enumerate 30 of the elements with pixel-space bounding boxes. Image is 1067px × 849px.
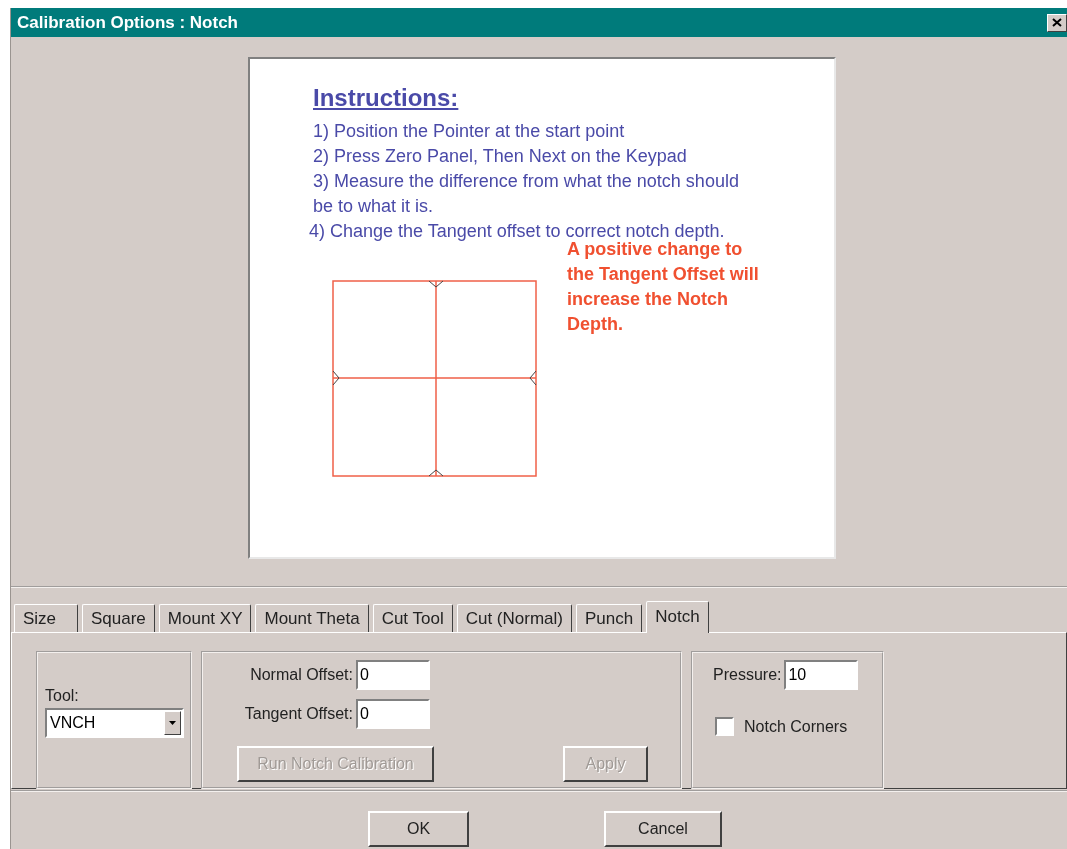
instruction-step: 2) Press Zero Panel, Then Next on the Keypad [313, 144, 745, 169]
checkbox[interactable] [715, 717, 734, 736]
instruction-step: 1) Position the Pointer at the start point [313, 119, 745, 144]
tab[interactable]: Notch [646, 601, 709, 633]
tab[interactable]: Cut (Normal) [456, 604, 572, 632]
ok-button[interactable]: OK [368, 811, 469, 847]
field-label: Normal Offset: [250, 666, 353, 684]
window-title: Calibration Options : Notch [16, 12, 238, 33]
instruction-step: 3) Measure the difference from what the notch should be to what it is. [313, 169, 745, 219]
tab[interactable]: Cut Tool [372, 604, 453, 632]
input-field[interactable]: 0 [356, 660, 430, 690]
dropdown-arrow-button[interactable] [164, 711, 181, 735]
close-icon [1052, 18, 1062, 27]
checkbox-label: Notch Corners [744, 717, 848, 736]
instruction-note: A positive change to the Tangent Offset will increase the Notch Depth. [567, 239, 760, 336]
field-label: Tangent Offset: [244, 705, 353, 723]
tool-label: Tool: [45, 687, 80, 705]
input-field[interactable]: 10 [784, 660, 859, 690]
tab[interactable]: Size [14, 604, 78, 632]
tool-dropdown[interactable]: VNCH [45, 708, 184, 738]
cancel-button[interactable]: Cancel [604, 811, 722, 847]
caret-icon [169, 721, 176, 725]
close-button[interactable] [1047, 13, 1067, 32]
tab[interactable]: Punch [576, 604, 643, 632]
instructions-heading: Instructions: [313, 84, 459, 112]
tab[interactable]: Mount Theta [255, 604, 369, 632]
input-field[interactable]: 0 [356, 699, 430, 729]
field-label: Pressure: [713, 666, 782, 684]
tab[interactable]: Mount XY [158, 604, 252, 632]
tab[interactable]: Square [82, 604, 155, 632]
